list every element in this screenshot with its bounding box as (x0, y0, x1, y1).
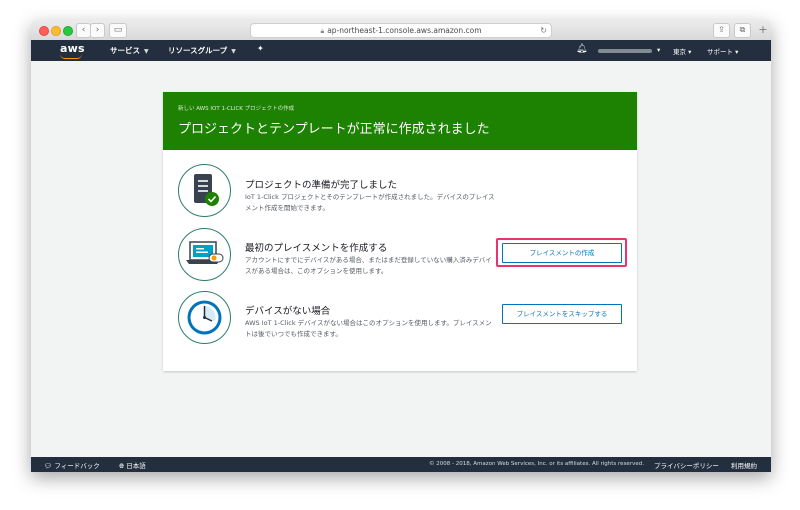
support-menu[interactable]: サポート ▾ (707, 46, 738, 56)
language-label: 日本語 (126, 462, 146, 470)
globe-icon: 🌐︎ (119, 462, 125, 470)
laptop-placement-icon (178, 228, 231, 281)
success-banner: 新しい AWS IOT 1-CLICK プロジェクトの作成 プロジェクトとテンプ… (163, 92, 637, 150)
step-placement-description: アカウントにすでにデバイスがある場合、またはまだ登録していない購入済みデバイスが… (245, 256, 492, 275)
chevron-down-icon: ▼ (144, 48, 149, 55)
pin-icon[interactable]: ✦ (257, 44, 264, 53)
step-no-device-title: デバイスがない場合 (245, 306, 331, 317)
language-selector[interactable]: 🌐︎ 日本語 (119, 460, 146, 471)
services-menu[interactable]: サービス ▼ (110, 45, 149, 56)
terms-link[interactable]: 利用規約 (731, 460, 757, 470)
highlight-annotation (496, 238, 627, 267)
account-menu-caret[interactable]: ▾ (657, 46, 660, 54)
skip-placement-button[interactable]: プレイスメントをスキップする (502, 304, 622, 324)
back-arrow-icon[interactable]: ‹ (76, 23, 91, 38)
forward-arrow-icon[interactable]: › (90, 23, 105, 38)
share-icon[interactable]: ⇪ (713, 23, 730, 38)
account-menu-redacted[interactable] (598, 49, 652, 53)
close-window-button[interactable] (39, 26, 49, 36)
copyright-text: © 2008 - 2018, Amazon Web Services, Inc.… (429, 461, 644, 467)
feedback-label: フィードバック (54, 462, 100, 470)
lock-icon: 🔒︎ (320, 27, 325, 35)
url-text: ap-northeast-1.console.aws.amazon.com (327, 26, 482, 35)
checklist-icon (178, 164, 231, 217)
step-placement-title: 最初のプレイスメントを作成する (245, 243, 388, 254)
tabs-overview-icon[interactable]: ⧉ (734, 23, 751, 38)
sidebar-toggle-icon[interactable]: ▭ (109, 23, 127, 38)
chevron-down-icon: ▼ (231, 48, 236, 55)
address-bar[interactable]: 🔒︎ ap-northeast-1.console.aws.amazon.com … (250, 23, 552, 38)
minimize-window-button[interactable] (51, 26, 61, 36)
support-label: サポート (707, 48, 733, 56)
step-ready-title: プロジェクトの準備が完了しました (245, 180, 398, 191)
clock-icon (178, 291, 231, 344)
banner-subtitle: 新しい AWS IOT 1-CLICK プロジェクトの作成 (178, 106, 295, 112)
aws-smile-logo-mark (60, 54, 82, 59)
privacy-policy-link[interactable]: プライバシーポリシー (654, 460, 719, 470)
resource-groups-menu-label: リソースグループ (168, 46, 228, 55)
bell-icon[interactable]: 🔔︎ (576, 44, 587, 54)
browser-window: ‹ › ▭ 🔒︎ ap-northeast-1.console.aws.amazo… (31, 20, 771, 472)
reload-icon[interactable]: ↻ (540, 24, 547, 37)
step-no-device-description: AWS IoT 1-Click デバイスがない場合はこのオプションを使用します。… (245, 319, 492, 338)
speech-bubble-icon: 💬︎ (44, 462, 53, 470)
project-created-card: 新しい AWS IOT 1-CLICK プロジェクトの作成 プロジェクトとテンプ… (163, 92, 637, 371)
resource-groups-menu[interactable]: リソースグループ ▼ (168, 45, 236, 56)
region-label: 東京 (673, 48, 686, 56)
browser-toolbar: ‹ › ▭ 🔒︎ ap-northeast-1.console.aws.amazo… (31, 20, 771, 41)
aws-console-footer: 💬︎ フィードバック 🌐︎ 日本語 © 2008 - 2018, Amazon … (31, 457, 771, 472)
step-ready-description: IoT 1-Click プロジェクトとそのテンプレートが作成されました。デバイス… (245, 193, 495, 212)
zoom-window-button[interactable] (63, 26, 73, 36)
feedback-link[interactable]: 💬︎ フィードバック (44, 460, 100, 470)
new-tab-icon[interactable]: + (757, 24, 769, 36)
aws-console-nav: aws サービス ▼ リソースグループ ▼ ✦ 🔔︎ ▾ 東京 ▾ サポート ▾ (31, 40, 771, 61)
region-menu[interactable]: 東京 ▾ (673, 46, 691, 56)
services-menu-label: サービス (110, 46, 140, 55)
banner-title: プロジェクトとテンプレートが正常に作成されました (178, 122, 490, 137)
